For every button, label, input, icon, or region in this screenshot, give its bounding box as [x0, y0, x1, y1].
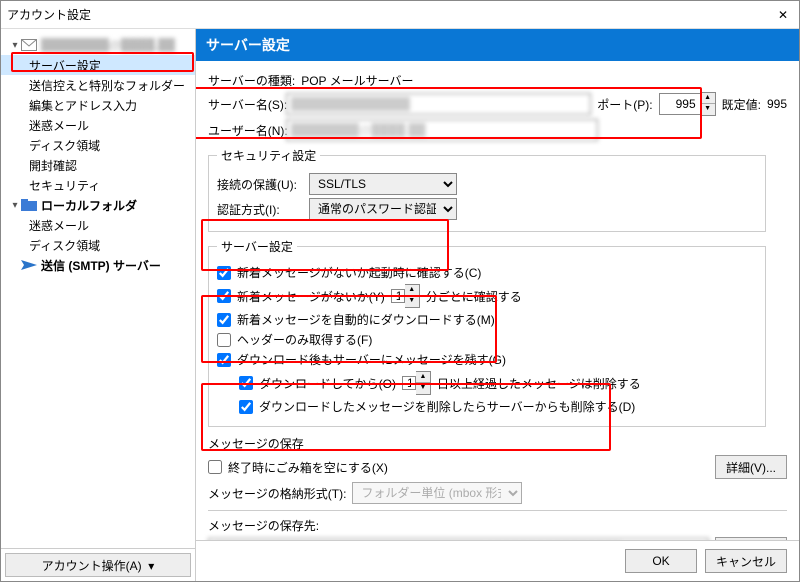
cancel-button[interactable]: キャンセル: [705, 549, 787, 573]
account-settings-window: アカウント設定 ✕ ▾ ████████@████.██ サーバー設定 送信控え…: [0, 0, 800, 582]
storage-location-input[interactable]: [208, 538, 709, 540]
delete-after-input[interactable]: [402, 376, 416, 390]
main-panel: サーバー設定 サーバーの種類: POP メールサーバー サーバー名(S): ポー…: [196, 29, 799, 581]
folder-icon: [21, 197, 37, 213]
dialog-footer: OK キャンセル: [196, 540, 799, 581]
storage-location-label: メッセージの保存先:: [208, 517, 787, 534]
leave-on-server-checkbox[interactable]: [217, 353, 231, 367]
local-folders-label: ローカルフォルダ: [41, 197, 191, 214]
message-storage-heading: メッセージの保存: [208, 435, 787, 452]
empty-trash-checkbox[interactable]: [208, 460, 222, 474]
sidebar-item-local-junk[interactable]: 迷惑メール: [1, 215, 195, 235]
auth-method-select[interactable]: 通常のパスワード認証: [309, 198, 457, 220]
user-name-label: ユーザー名(N):: [208, 122, 280, 139]
default-port-label: 既定値:: [722, 96, 761, 113]
port-label: ポート(P):: [597, 96, 652, 113]
sidebar-item-server-settings[interactable]: サーバー設定: [1, 55, 195, 75]
spin-up-icon[interactable]: ▲: [701, 93, 715, 104]
spin-up-icon[interactable]: ▲: [405, 285, 419, 296]
send-icon: [21, 257, 37, 273]
spin-down-icon[interactable]: ▼: [701, 104, 715, 115]
server-type-label: サーバーの種類:: [208, 72, 295, 89]
account-tree-sidebar: ▾ ████████@████.██ サーバー設定 送信控えと特別なフォルダー …: [1, 29, 196, 581]
port-input[interactable]: [659, 93, 701, 115]
ok-button[interactable]: OK: [625, 549, 697, 573]
titlebar: アカウント設定 ✕: [1, 1, 799, 29]
check-interval-input[interactable]: [391, 289, 405, 303]
tree-account-root[interactable]: ▾ ████████@████.██: [1, 35, 195, 55]
panel-content: サーバーの種類: POP メールサーバー サーバー名(S): ポート(P): ▲…: [196, 61, 799, 540]
divider: [208, 510, 787, 511]
chevron-down-icon[interactable]: ▾: [9, 40, 21, 51]
security-settings-group: セキュリティ設定 接続の保護(U): SSL/TLS 認証方式(I): 通常のパ…: [208, 147, 766, 232]
storage-format-select: フォルダー単位 (mbox 形式): [352, 482, 522, 504]
sidebar-item-composition[interactable]: 編集とアドレス入力: [1, 95, 195, 115]
server-name-input[interactable]: [286, 93, 591, 115]
check-on-startup-checkbox[interactable]: [217, 266, 231, 280]
window-title: アカウント設定: [7, 6, 773, 23]
user-name-input[interactable]: [286, 119, 598, 141]
default-port-value: 995: [767, 97, 787, 111]
tree-smtp[interactable]: 送信 (SMTP) サーバー: [1, 255, 195, 275]
headers-only-checkbox[interactable]: [217, 333, 231, 347]
check-interval-checkbox[interactable]: [217, 289, 231, 303]
security-legend: セキュリティ設定: [217, 147, 320, 164]
account-tree: ▾ ████████@████.██ サーバー設定 送信控えと特別なフォルダー …: [1, 33, 195, 548]
chevron-down-icon[interactable]: ▾: [9, 200, 21, 211]
delete-on-server-when-deleted-checkbox[interactable]: [239, 400, 253, 414]
delete-after-days-checkbox[interactable]: [239, 376, 253, 390]
panel-header: サーバー設定: [196, 29, 799, 61]
sidebar-item-junk[interactable]: 迷惑メール: [1, 115, 195, 135]
account-name: ████████@████.██: [41, 38, 191, 52]
sidebar-item-local-disk[interactable]: ディスク領域: [1, 235, 195, 255]
mail-icon: [21, 37, 37, 53]
spin-down-icon[interactable]: ▼: [405, 296, 419, 307]
server-settings-legend: サーバー設定: [217, 238, 297, 255]
storage-format-label: メッセージの格納形式(T):: [208, 485, 346, 502]
delete-after-spinner[interactable]: ▲▼: [402, 371, 431, 395]
connection-security-label: 接続の保護(U):: [217, 176, 303, 193]
tree-local-folders[interactable]: ▾ ローカルフォルダ: [1, 195, 195, 215]
check-interval-spinner[interactable]: ▲▼: [391, 284, 420, 308]
connection-security-select[interactable]: SSL/TLS: [309, 173, 457, 195]
sidebar-item-disk-space[interactable]: ディスク領域: [1, 135, 195, 155]
sidebar-item-security[interactable]: セキュリティ: [1, 175, 195, 195]
server-type-value: POP メールサーバー: [301, 72, 413, 89]
smtp-label: 送信 (SMTP) サーバー: [41, 257, 191, 274]
spin-down-icon[interactable]: ▼: [416, 383, 430, 394]
port-spinner[interactable]: ▲▼: [659, 92, 716, 116]
sidebar-item-copies-folders[interactable]: 送信控えと特別なフォルダー: [1, 75, 195, 95]
sidebar-item-return-receipts[interactable]: 開封確認: [1, 155, 195, 175]
browse-button[interactable]: 参照(B)...: [715, 537, 787, 540]
advanced-button[interactable]: 詳細(V)...: [715, 455, 787, 479]
spin-up-icon[interactable]: ▲: [416, 372, 430, 383]
server-name-label: サーバー名(S):: [208, 96, 280, 113]
close-icon[interactable]: ✕: [773, 8, 793, 22]
auto-download-checkbox[interactable]: [217, 313, 231, 327]
account-actions-button[interactable]: アカウント操作(A) ▾: [5, 553, 191, 577]
auth-method-label: 認証方式(I):: [217, 201, 303, 218]
server-settings-group: サーバー設定 新着メッセージがないか起動時に確認する(C) 新着メッセージがない…: [208, 238, 766, 427]
